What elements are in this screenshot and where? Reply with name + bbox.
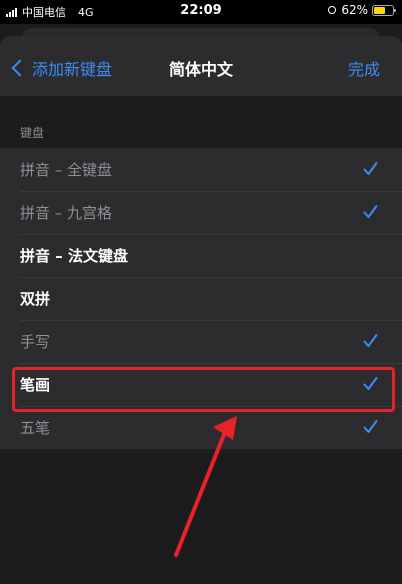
keyboard-item[interactable]: 拼音 – 全键盘 xyxy=(0,148,402,191)
battery-percent: 62% xyxy=(341,3,368,17)
checkmark-icon xyxy=(363,205,378,218)
rotation-lock-icon xyxy=(328,6,337,14)
keyboard-item-label: 双拼 xyxy=(20,290,51,308)
nav-bar: 添加新键盘 简体中文 完成 xyxy=(0,36,402,96)
keyboard-item[interactable]: 笔画 xyxy=(0,363,402,406)
keyboard-item-label: 笔画 xyxy=(20,376,51,394)
screen: 中国电信 4G 22:09 62% 添加新键盘 简体中文 完成 键盘 拼音 – … xyxy=(0,0,402,584)
checkmark-icon xyxy=(363,420,378,433)
page-title: 简体中文 xyxy=(168,60,233,79)
battery-fill xyxy=(374,6,385,14)
checkmark-icon xyxy=(363,162,378,175)
keyboard-item[interactable]: 五笔 xyxy=(0,406,402,449)
keyboard-item-label: 五笔 xyxy=(20,419,51,437)
keyboard-item-label: 拼音 – 全键盘 xyxy=(20,161,113,179)
keyboard-item[interactable]: 双拼 xyxy=(0,277,402,320)
keyboard-item[interactable]: 拼音 – 法文键盘 xyxy=(0,234,402,277)
battery-icon xyxy=(372,4,396,16)
checkmark-icon xyxy=(363,377,378,390)
keyboard-item[interactable]: 拼音 – 九宫格 xyxy=(0,191,402,234)
keyboard-item-label: 拼音 – 九宫格 xyxy=(20,204,113,222)
keyboard-item[interactable]: 手写 xyxy=(0,320,402,363)
checkmark-icon xyxy=(363,334,378,347)
keyboard-list: 拼音 – 全键盘 拼音 – 九宫格 拼音 – 法文键盘 双拼 手写 笔画 五笔 xyxy=(0,148,402,449)
status-right: 62% xyxy=(328,3,396,17)
status-bar: 中国电信 4G 22:09 62% xyxy=(0,0,402,24)
done-button[interactable]: 完成 xyxy=(348,56,380,80)
keyboard-item-label: 手写 xyxy=(20,333,51,351)
section-header: 键盘 xyxy=(20,126,45,140)
keyboard-item-label: 拼音 – 法文键盘 xyxy=(20,247,128,265)
